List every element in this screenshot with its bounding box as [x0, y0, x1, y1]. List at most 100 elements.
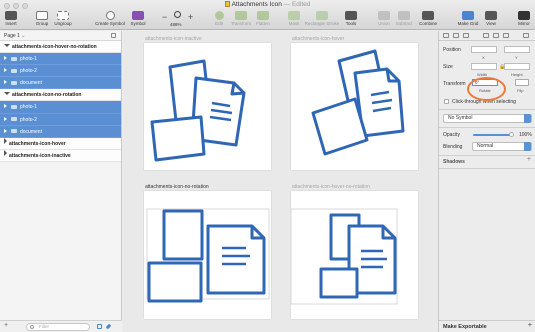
add-export-icon[interactable]: + [528, 322, 532, 329]
create-symbol-button[interactable]: Create Symbol [93, 11, 127, 29]
attachments-icon-hover-no-rotation [291, 208, 398, 305]
layers-panel: Page 1 ⌄ attachments-icon-hover-no-rotat… [0, 31, 122, 332]
distribute-icon[interactable] [523, 33, 529, 38]
layer-artboard[interactable]: attachments-icon-no-rotation [0, 89, 121, 102]
toggle-pages-icon[interactable] [111, 33, 116, 38]
opacity-slider-knob[interactable] [509, 132, 514, 137]
align-right-icon[interactable] [463, 33, 469, 38]
layer-artboard[interactable]: attachments-icon-hover-no-rotation [0, 41, 121, 54]
opacity-slider[interactable] [473, 134, 513, 136]
slice-filter-icon[interactable] [105, 323, 112, 330]
make-exportable-section[interactable]: Make Exportable + [439, 320, 535, 332]
filter-input[interactable]: Filter [26, 323, 90, 331]
layer-label: photo-1 [20, 104, 37, 111]
artboard-label-hover[interactable]: attachments-icon-hover [292, 36, 344, 42]
export-filter-icon[interactable] [97, 324, 102, 329]
layer-group[interactable]: photo-1 [0, 53, 121, 66]
disclosure-closed-icon[interactable] [4, 68, 7, 73]
rectangle-stroke-button[interactable]: Rectangle Stroke [303, 11, 341, 29]
layer-list: attachments-icon-hover-no-rotation photo-… [0, 41, 121, 162]
artboard-label-inactive[interactable]: attachments-icon-inactive [145, 36, 202, 42]
disclosure-closed-icon[interactable] [4, 149, 7, 156]
click-through-checkbox[interactable] [444, 99, 449, 104]
blending-select[interactable]: Normal [472, 142, 532, 151]
disclosure-closed-icon[interactable] [4, 116, 7, 121]
transform-icon [235, 11, 247, 20]
align-top-icon[interactable] [483, 33, 489, 38]
disclosure-closed-icon[interactable] [4, 128, 7, 133]
layer-label: photo-1 [20, 56, 37, 63]
mirror-icon [518, 11, 530, 20]
layer-label: attachments-icon-inactive [9, 152, 71, 159]
attachments-icon-hover-rotated [311, 49, 405, 156]
make-grid-button[interactable]: Make Grid [455, 11, 481, 29]
align-left-icon[interactable] [443, 33, 449, 38]
mirror-button[interactable]: Mirror [515, 11, 533, 29]
attachments-icon-rotated [150, 59, 246, 162]
position-x-field[interactable] [471, 46, 497, 53]
add-shadow-icon[interactable]: + [527, 156, 531, 163]
size-label: Size [443, 64, 453, 70]
artboard-no-rotation[interactable] [144, 191, 271, 319]
align-middle-icon[interactable] [493, 33, 499, 38]
artboard-label-no-rotation[interactable]: attachments-icon-no-rotation [145, 184, 209, 190]
layer-label: attachments-icon-hover [9, 140, 66, 147]
tools-button[interactable]: Tools [343, 11, 359, 29]
union-button[interactable]: Union [376, 11, 392, 29]
zoom-in-icon[interactable]: + [188, 12, 193, 22]
ungroup-icon [57, 11, 69, 20]
edit-icon [214, 11, 224, 20]
align-bottom-icon[interactable] [503, 33, 509, 38]
disclosure-open-icon[interactable] [4, 44, 10, 47]
flatten-icon [257, 11, 269, 20]
ungroup-button[interactable]: Ungroup [52, 11, 74, 29]
select-arrows-icon [524, 114, 531, 123]
mask-button[interactable]: Mask [286, 11, 302, 29]
page-selector[interactable]: Page 1 ⌄ [0, 31, 121, 41]
symbol-select[interactable]: No Symbol [443, 114, 532, 123]
layer-artboard[interactable]: attachments-icon-inactive [0, 149, 121, 162]
group-icon [36, 11, 48, 20]
insert-plus-icon [5, 11, 17, 20]
height-field[interactable] [504, 63, 530, 70]
align-center-icon[interactable] [453, 33, 459, 38]
layer-group[interactable]: photo-2 [0, 113, 121, 126]
artboard-inactive[interactable] [144, 43, 271, 170]
layer-label: photo-2 [20, 116, 37, 123]
insert-button[interactable]: Insert [2, 11, 20, 29]
layer-group[interactable]: document [0, 125, 121, 138]
subtract-icon [398, 11, 410, 20]
artboard-hover-no-rotation[interactable] [291, 191, 418, 319]
subtract-button[interactable]: Subtract [394, 11, 414, 29]
transform-button[interactable]: Transform [228, 11, 254, 29]
position-y-field[interactable] [504, 46, 530, 53]
disclosure-open-icon[interactable] [4, 92, 10, 96]
flatten-button[interactable]: Flatten [254, 11, 272, 29]
rectangle-stroke-icon [316, 11, 328, 20]
symbol-menu-button[interactable]: Symbol [128, 11, 148, 29]
combine-button[interactable]: Combine [416, 11, 440, 29]
disclosure-closed-icon[interactable] [4, 80, 7, 85]
edit-button[interactable]: Edit [211, 11, 227, 29]
layer-group[interactable]: photo-1 [0, 101, 121, 114]
create-symbol-icon [105, 11, 115, 20]
artboard-label-hover-no-rotation[interactable]: attachments-icon-hover-no-rotation [292, 184, 370, 190]
disclosure-closed-icon[interactable] [4, 56, 7, 61]
layer-artboard[interactable]: attachments-icon-hover [0, 137, 121, 150]
group-button[interactable]: Group [34, 11, 50, 29]
disclosure-closed-icon[interactable] [4, 137, 7, 144]
canvas[interactable]: attachments-icon-inactive attachments-ic… [123, 31, 438, 332]
artboard-hover[interactable] [291, 43, 418, 170]
layer-label: attachments-icon-no-rotation [12, 92, 82, 99]
width-field[interactable] [471, 63, 497, 70]
view-button[interactable]: View [483, 11, 499, 29]
layer-group[interactable]: document [0, 77, 121, 90]
blending-label: Blending [443, 144, 463, 150]
symbol-icon [132, 11, 144, 20]
layer-group[interactable]: photo-2 [0, 65, 121, 78]
add-page-icon[interactable]: + [4, 322, 8, 329]
zoom-out-icon[interactable]: − [162, 12, 167, 22]
disclosure-closed-icon[interactable] [4, 104, 7, 109]
flip-buttons[interactable] [515, 79, 529, 86]
select-arrows-icon [524, 142, 531, 151]
